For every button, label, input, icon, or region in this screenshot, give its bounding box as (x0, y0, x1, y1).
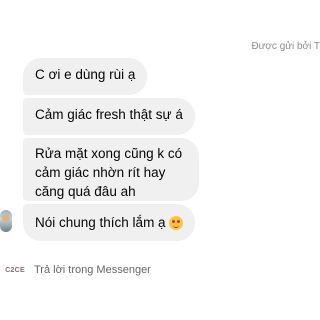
page-logo-text: C2CE (5, 266, 25, 274)
message-bubble-4[interactable]: Nói chung thích lắm ạ (23, 204, 195, 241)
sender-avatar[interactable] (0, 210, 12, 232)
message-bubble-2[interactable]: Cảm giác fresh thật sự á (23, 98, 195, 135)
page-logo: C2CE (3, 260, 27, 280)
message-text: Rửa mặt xong cũng k có cảm giác nhờn rít… (35, 146, 183, 199)
message-bubble-3[interactable]: Rửa mặt xong cũng k có cảm giác nhờn rít… (23, 138, 199, 201)
message-text: C ơi e dùng rùi ạ (35, 67, 136, 82)
message-text: Cảm giác fresh thật sự á (35, 107, 183, 122)
reply-in-messenger-row[interactable]: C2CE Trả lời trong Messenger (0, 259, 320, 281)
reply-in-messenger-link[interactable]: Trả lời trong Messenger (34, 264, 151, 276)
sent-by-label: Được gửi bởi T (251, 41, 320, 52)
message-text: Nói chung thích lắm ạ (35, 215, 166, 230)
smiling-face-with-hearts-icon (168, 215, 183, 230)
message-bubble-1[interactable]: C ơi e dùng rùi ạ (23, 58, 148, 95)
